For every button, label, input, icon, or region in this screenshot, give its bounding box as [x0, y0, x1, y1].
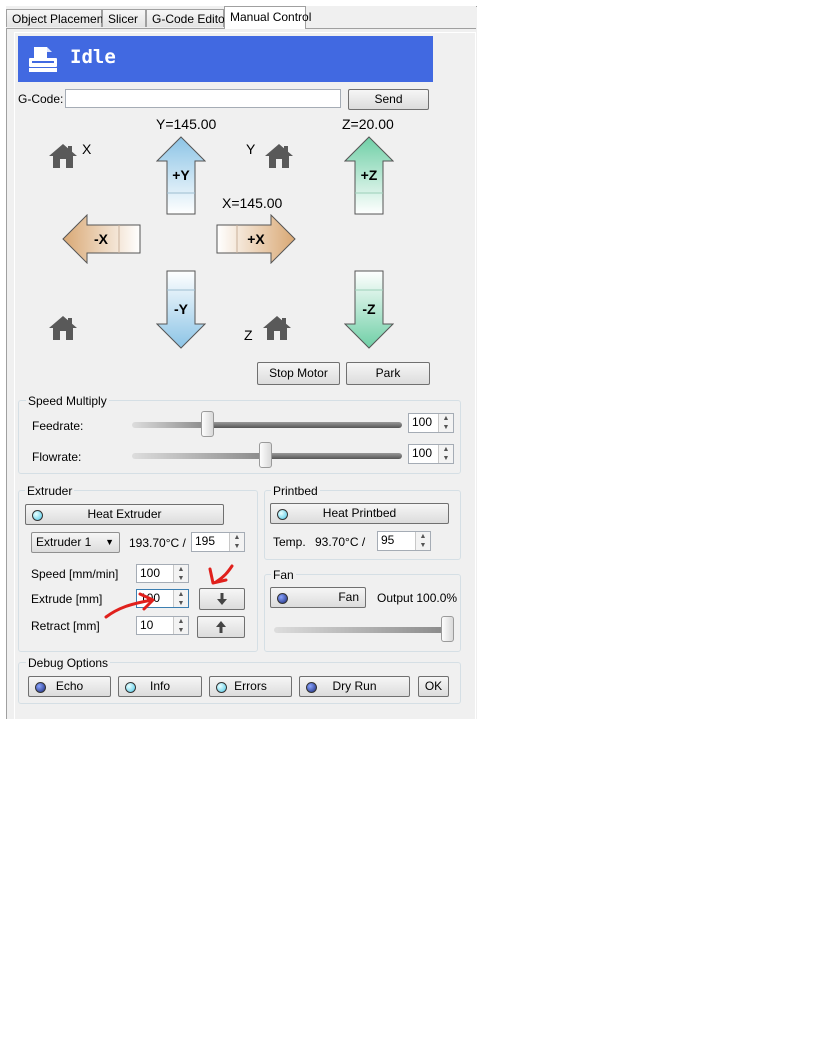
echo-label: Echo	[55, 679, 84, 693]
home-all-icon[interactable]	[48, 314, 78, 342]
fan-title: Fan	[271, 568, 296, 582]
home-z-icon[interactable]	[262, 314, 292, 342]
jog-minus-x-label: -X	[94, 231, 109, 247]
info-label: Info	[149, 679, 170, 693]
printbed-target-value: 95	[381, 533, 395, 547]
info-led-icon	[125, 682, 136, 693]
heat-printbed-button[interactable]: Heat Printbed	[270, 503, 449, 524]
printbed-title: Printbed	[271, 484, 320, 498]
jog-plus-x-label: +X	[247, 231, 265, 247]
dry-run-button[interactable]: Dry Run	[299, 676, 410, 697]
send-button[interactable]: Send	[348, 89, 429, 110]
extruder-temp-readout: 193.70°C /	[129, 536, 186, 550]
home-z-label: Z	[244, 327, 253, 343]
jog-minus-x-button[interactable]: -X	[62, 214, 142, 264]
heat-printbed-led-icon	[277, 509, 288, 520]
extruder-select-value: Extruder 1	[36, 535, 92, 549]
fan-led-icon	[277, 593, 288, 604]
flowrate-label: Flowrate:	[32, 450, 82, 464]
fan-button-label: Fan	[338, 590, 359, 604]
heat-printbed-label: Heat Printbed	[322, 506, 397, 520]
home-x-icon[interactable]	[48, 142, 78, 170]
errors-button[interactable]: Errors	[209, 676, 292, 697]
stop-motor-button[interactable]: Stop Motor	[257, 362, 340, 385]
jog-plus-z-button[interactable]: +Z	[344, 136, 394, 216]
heat-extruder-button[interactable]: Heat Extruder	[25, 504, 224, 525]
retract-value: 10	[140, 618, 154, 632]
printbed-group	[264, 490, 461, 560]
flowrate-slider-thumb[interactable]	[259, 442, 272, 468]
flowrate-value: 100	[412, 446, 433, 460]
printer-icon	[29, 47, 57, 72]
gcode-label: G-Code:	[18, 92, 64, 106]
home-x-label: X	[82, 141, 92, 157]
speed-multiply-group	[18, 400, 461, 474]
extruder-target-spinbox[interactable]: 195 ▲ ▼	[191, 532, 245, 552]
echo-led-icon	[35, 682, 46, 693]
tab-object-placement[interactable]: Object Placement	[6, 9, 107, 27]
annotation-arrows	[104, 564, 234, 619]
fan-output-readout: Output 100.0%	[377, 591, 458, 605]
status-text: Idle	[70, 46, 116, 68]
jog-minus-y-button[interactable]: -Y	[156, 270, 206, 350]
arrow-up-icon	[216, 621, 226, 633]
extruder-target-value: 195	[195, 534, 216, 548]
debug-options-title: Debug Options	[26, 656, 111, 670]
jog-plus-y-label: +Y	[172, 167, 190, 183]
echo-button[interactable]: Echo	[28, 676, 111, 697]
jog-plus-y-button[interactable]: +Y	[156, 136, 206, 216]
jog-plus-z-label: +Z	[361, 167, 378, 183]
extrude-label: Extrude [mm]	[31, 592, 103, 606]
info-button[interactable]: Info	[118, 676, 202, 697]
z-position-readout: Z=20.00	[342, 116, 394, 132]
feedrate-value: 100	[412, 415, 433, 429]
tab-manual-control[interactable]: Manual Control	[224, 6, 311, 29]
feedrate-label: Feedrate:	[32, 419, 84, 433]
jog-minus-z-label: -Z	[362, 301, 376, 317]
tab-gcode-editor[interactable]: G-Code Editor	[146, 9, 229, 27]
y-position-readout: Y=145.00	[156, 116, 217, 132]
park-button[interactable]: Park	[346, 362, 430, 385]
retract-label: Retract [mm]	[31, 619, 100, 633]
printbed-target-spinbox[interactable]: 95 ▲ ▼	[377, 531, 431, 551]
x-position-readout: X=145.00	[222, 195, 283, 211]
tab-slicer[interactable]: Slicer	[102, 9, 146, 27]
extruder-title: Extruder	[25, 484, 75, 498]
errors-led-icon	[216, 682, 227, 693]
flowrate-spinbox[interactable]: 100 ▲ ▼	[408, 444, 454, 464]
home-y-label: Y	[246, 141, 256, 157]
heat-extruder-label: Heat Extruder	[87, 507, 162, 521]
status-banner: Idle	[18, 36, 433, 82]
printbed-temp-label: Temp.	[273, 535, 306, 549]
speed-multiply-title: Speed Multiply	[26, 394, 109, 408]
printbed-temp-readout: 93.70°C /	[315, 535, 366, 549]
jog-plus-x-button[interactable]: +X	[216, 214, 296, 264]
chevron-down-icon: ▼	[105, 537, 114, 547]
gcode-input[interactable]	[65, 89, 341, 108]
dry-run-led-icon	[306, 682, 317, 693]
home-y-icon[interactable]	[264, 142, 294, 170]
fan-group	[264, 574, 461, 652]
extruder-select[interactable]: Extruder 1 ▼	[31, 532, 120, 553]
feedrate-spinbox[interactable]: 100 ▲ ▼	[408, 413, 454, 433]
jog-minus-y-label: -Y	[174, 301, 189, 317]
fan-button[interactable]: Fan	[270, 587, 366, 608]
feedrate-slider-thumb[interactable]	[201, 411, 214, 437]
ok-button[interactable]: OK	[418, 676, 449, 697]
jog-minus-z-button[interactable]: -Z	[344, 270, 394, 350]
fan-slider-thumb[interactable]	[441, 616, 454, 642]
tab-bar: Object Placement Slicer G-Code Editor Ma…	[6, 6, 476, 29]
errors-label: Errors	[234, 679, 267, 693]
heat-extruder-led-icon	[32, 510, 43, 521]
dry-run-label: Dry Run	[332, 679, 377, 693]
